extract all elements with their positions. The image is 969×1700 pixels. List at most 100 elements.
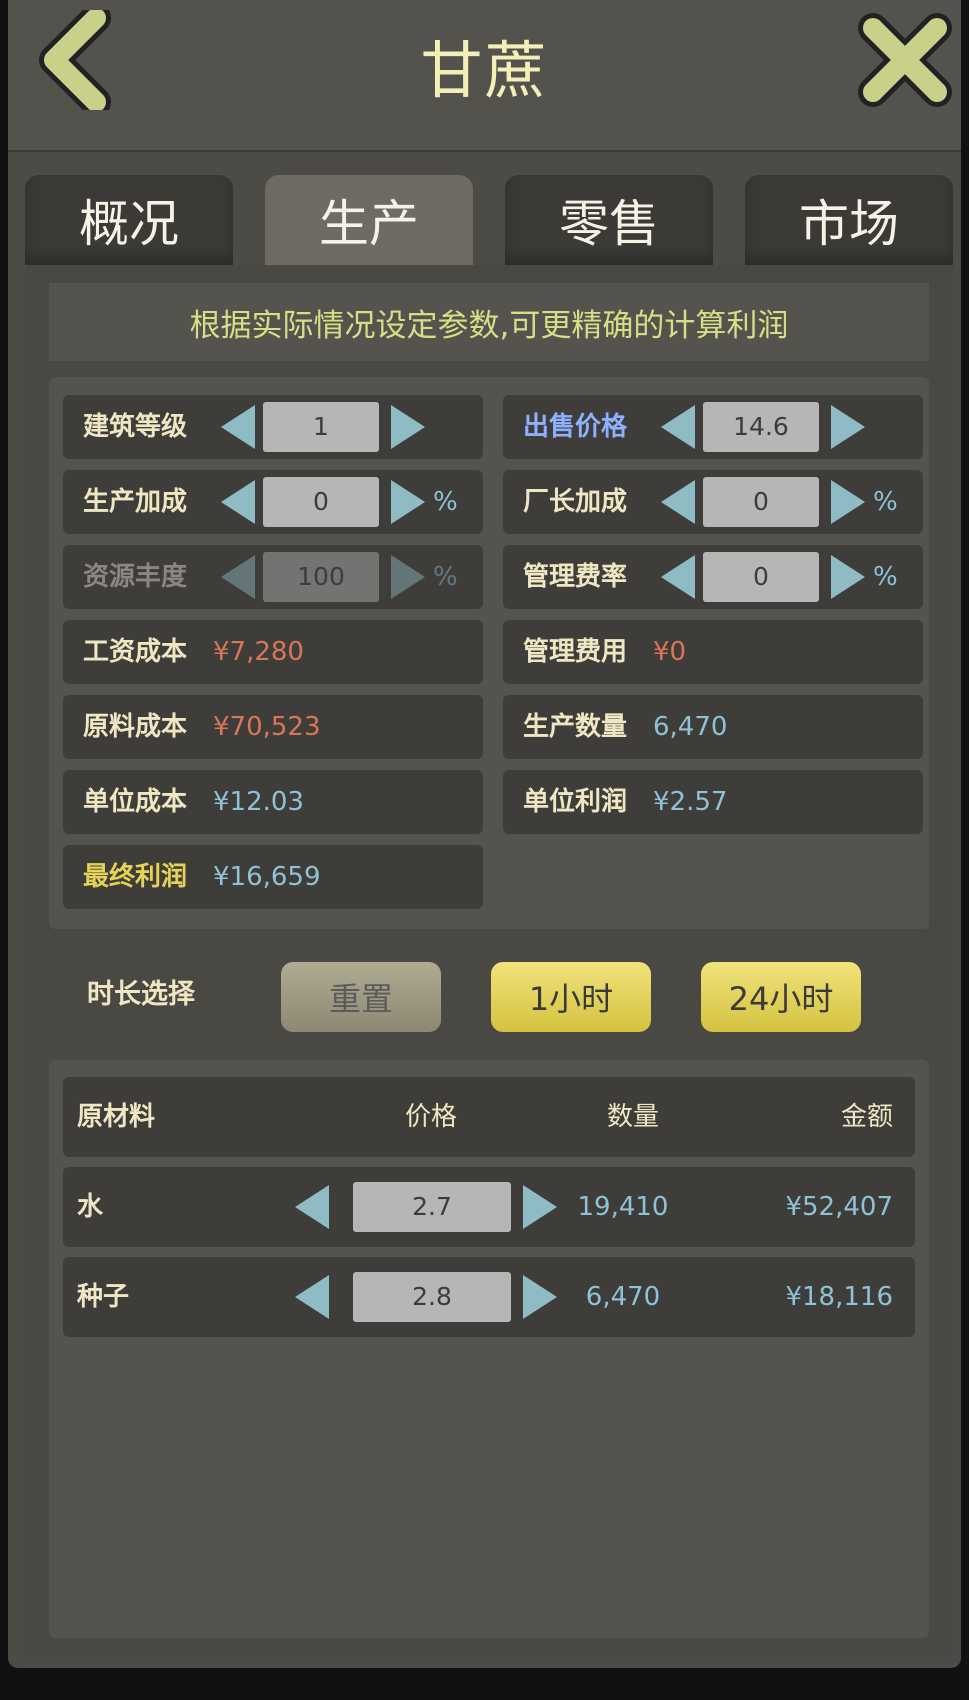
reset-button[interactable]: 重置: [281, 962, 441, 1032]
sell-price-increase[interactable]: [831, 405, 865, 449]
resource-abundance-row: 资源丰度 100 %: [63, 545, 483, 609]
resource-abundance-input: 100: [263, 552, 379, 602]
building-level-row: 建筑等级 1: [63, 395, 483, 459]
header-price: 价格: [405, 1102, 458, 1132]
unit-cost-label: 单位成本: [83, 787, 188, 817]
unit-cost-row: 单位成本 ¥12.03: [63, 770, 483, 834]
admin-fee-value: ¥0: [653, 637, 687, 667]
manager-bonus-decrease[interactable]: [661, 480, 695, 524]
sell-price-row: 出售价格 14.6: [503, 395, 923, 459]
material-amount: ¥52,407: [785, 1192, 893, 1222]
manager-bonus-increase[interactable]: [831, 480, 865, 524]
price-input[interactable]: 2.7: [353, 1182, 511, 1232]
unit-profit-value: ¥2.57: [653, 787, 728, 817]
one-hour-button[interactable]: 1小时: [491, 962, 651, 1032]
tab-retail[interactable]: 零售: [505, 175, 713, 265]
manager-bonus-input[interactable]: 0: [703, 477, 819, 527]
production-bonus-decrease[interactable]: [221, 480, 255, 524]
triangle-right-icon: [831, 405, 865, 449]
table-row: 种子 2.8 6,470 ¥18,116: [63, 1257, 915, 1337]
output-qty-label: 生产数量: [523, 712, 628, 742]
resource-abundance-decrease: [221, 555, 255, 599]
production-bonus-input[interactable]: 0: [263, 477, 379, 527]
material-cost-label: 原料成本: [83, 712, 188, 742]
material-name: 种子: [77, 1282, 130, 1312]
triangle-left-icon: [221, 405, 255, 449]
tab-bar: 概况 生产 零售 市场: [25, 175, 955, 265]
notice-banner: 根据实际情况设定参数,可更精确的计算利润: [49, 283, 929, 361]
material-qty: 6,470: [585, 1282, 661, 1312]
tab-overview[interactable]: 概况: [25, 175, 233, 265]
production-bonus-row: 生产加成 0 %: [63, 470, 483, 534]
final-profit-value: ¥16,659: [213, 862, 321, 892]
price-decrease[interactable]: [295, 1185, 329, 1229]
price-decrease[interactable]: [295, 1275, 329, 1319]
close-x-icon: [858, 13, 952, 107]
top-bar: 甘蔗: [8, 0, 961, 152]
material-name: 水: [77, 1192, 104, 1222]
building-level-label: 建筑等级: [83, 412, 188, 442]
table-row: 水 2.7 19,410 ¥52,407: [63, 1167, 915, 1247]
triangle-left-icon: [661, 480, 695, 524]
manager-bonus-label: 厂长加成: [523, 487, 628, 517]
material-cost-row: 原料成本 ¥70,523: [63, 695, 483, 759]
output-qty-row: 生产数量 6,470: [503, 695, 923, 759]
triangle-right-icon: [391, 405, 425, 449]
resource-abundance-label: 资源丰度: [83, 562, 188, 592]
triangle-right-icon: [831, 480, 865, 524]
building-level-decrease[interactable]: [221, 405, 255, 449]
admin-rate-input[interactable]: 0: [703, 552, 819, 602]
tab-market[interactable]: 市场: [745, 175, 953, 265]
triangle-right-icon: [831, 555, 865, 599]
triangle-left-icon: [661, 555, 695, 599]
admin-fee-row: 管理费用 ¥0: [503, 620, 923, 684]
final-profit-label: 最终利润: [83, 862, 188, 892]
unit-profit-row: 单位利润 ¥2.57: [503, 770, 923, 834]
wage-cost-row: 工资成本 ¥7,280: [63, 620, 483, 684]
manager-bonus-row: 厂长加成 0 %: [503, 470, 923, 534]
duration-label: 时长选择: [87, 979, 195, 1010]
triangle-left-icon: [295, 1275, 329, 1319]
building-level-input[interactable]: 1: [263, 402, 379, 452]
percent-unit: %: [873, 562, 898, 592]
unit-cost-value: ¥12.03: [213, 787, 304, 817]
production-panel: 根据实际情况设定参数,可更精确的计算利润 建筑等级 1 生产加成 0 % 资源丰…: [25, 265, 953, 1655]
admin-rate-decrease[interactable]: [661, 555, 695, 599]
admin-fee-label: 管理费用: [523, 637, 628, 667]
building-level-increase[interactable]: [391, 405, 425, 449]
header-material: 原材料: [77, 1102, 156, 1132]
triangle-left-icon: [221, 480, 255, 524]
output-qty-value: 6,470: [653, 712, 728, 742]
twenty-four-hour-button[interactable]: 24小时: [701, 962, 861, 1032]
duration-selector: 时长选择 重置 1小时 24小时: [25, 955, 953, 1035]
unit-profit-label: 单位利润: [523, 787, 628, 817]
percent-unit: %: [433, 562, 458, 592]
sell-price-input[interactable]: 14.6: [703, 402, 819, 452]
close-button[interactable]: [855, 10, 955, 114]
material-amount: ¥18,116: [785, 1282, 893, 1312]
sell-price-decrease[interactable]: [661, 405, 695, 449]
admin-rate-increase[interactable]: [831, 555, 865, 599]
parameter-grid: 建筑等级 1 生产加成 0 % 资源丰度 100 % 工资成本 ¥7,280 原…: [49, 377, 929, 929]
triangle-left-icon: [661, 405, 695, 449]
admin-rate-label: 管理费率: [523, 562, 628, 592]
price-input[interactable]: 2.8: [353, 1272, 511, 1322]
wage-cost-label: 工资成本: [83, 637, 188, 667]
material-qty: 19,410: [577, 1192, 669, 1222]
percent-unit: %: [433, 487, 458, 517]
final-profit-row: 最终利润 ¥16,659: [63, 845, 483, 909]
sell-price-label: 出售价格: [523, 412, 628, 442]
header-qty: 数量: [607, 1102, 660, 1132]
triangle-left-icon: [221, 555, 255, 599]
production-bonus-increase[interactable]: [391, 480, 425, 524]
page-title: 甘蔗: [420, 34, 549, 107]
percent-unit: %: [873, 487, 898, 517]
table-header: 原材料 价格 数量 金额: [63, 1077, 915, 1157]
tab-production[interactable]: 生产: [265, 175, 473, 265]
materials-table: 原材料 价格 数量 金额 水 2.7 19,410 ¥52,407 种子 2.8…: [49, 1060, 929, 1638]
triangle-left-icon: [295, 1185, 329, 1229]
triangle-right-icon: [391, 555, 425, 599]
material-cost-value: ¥70,523: [213, 712, 321, 742]
wage-cost-value: ¥7,280: [213, 637, 304, 667]
admin-rate-row: 管理费率 0 %: [503, 545, 923, 609]
